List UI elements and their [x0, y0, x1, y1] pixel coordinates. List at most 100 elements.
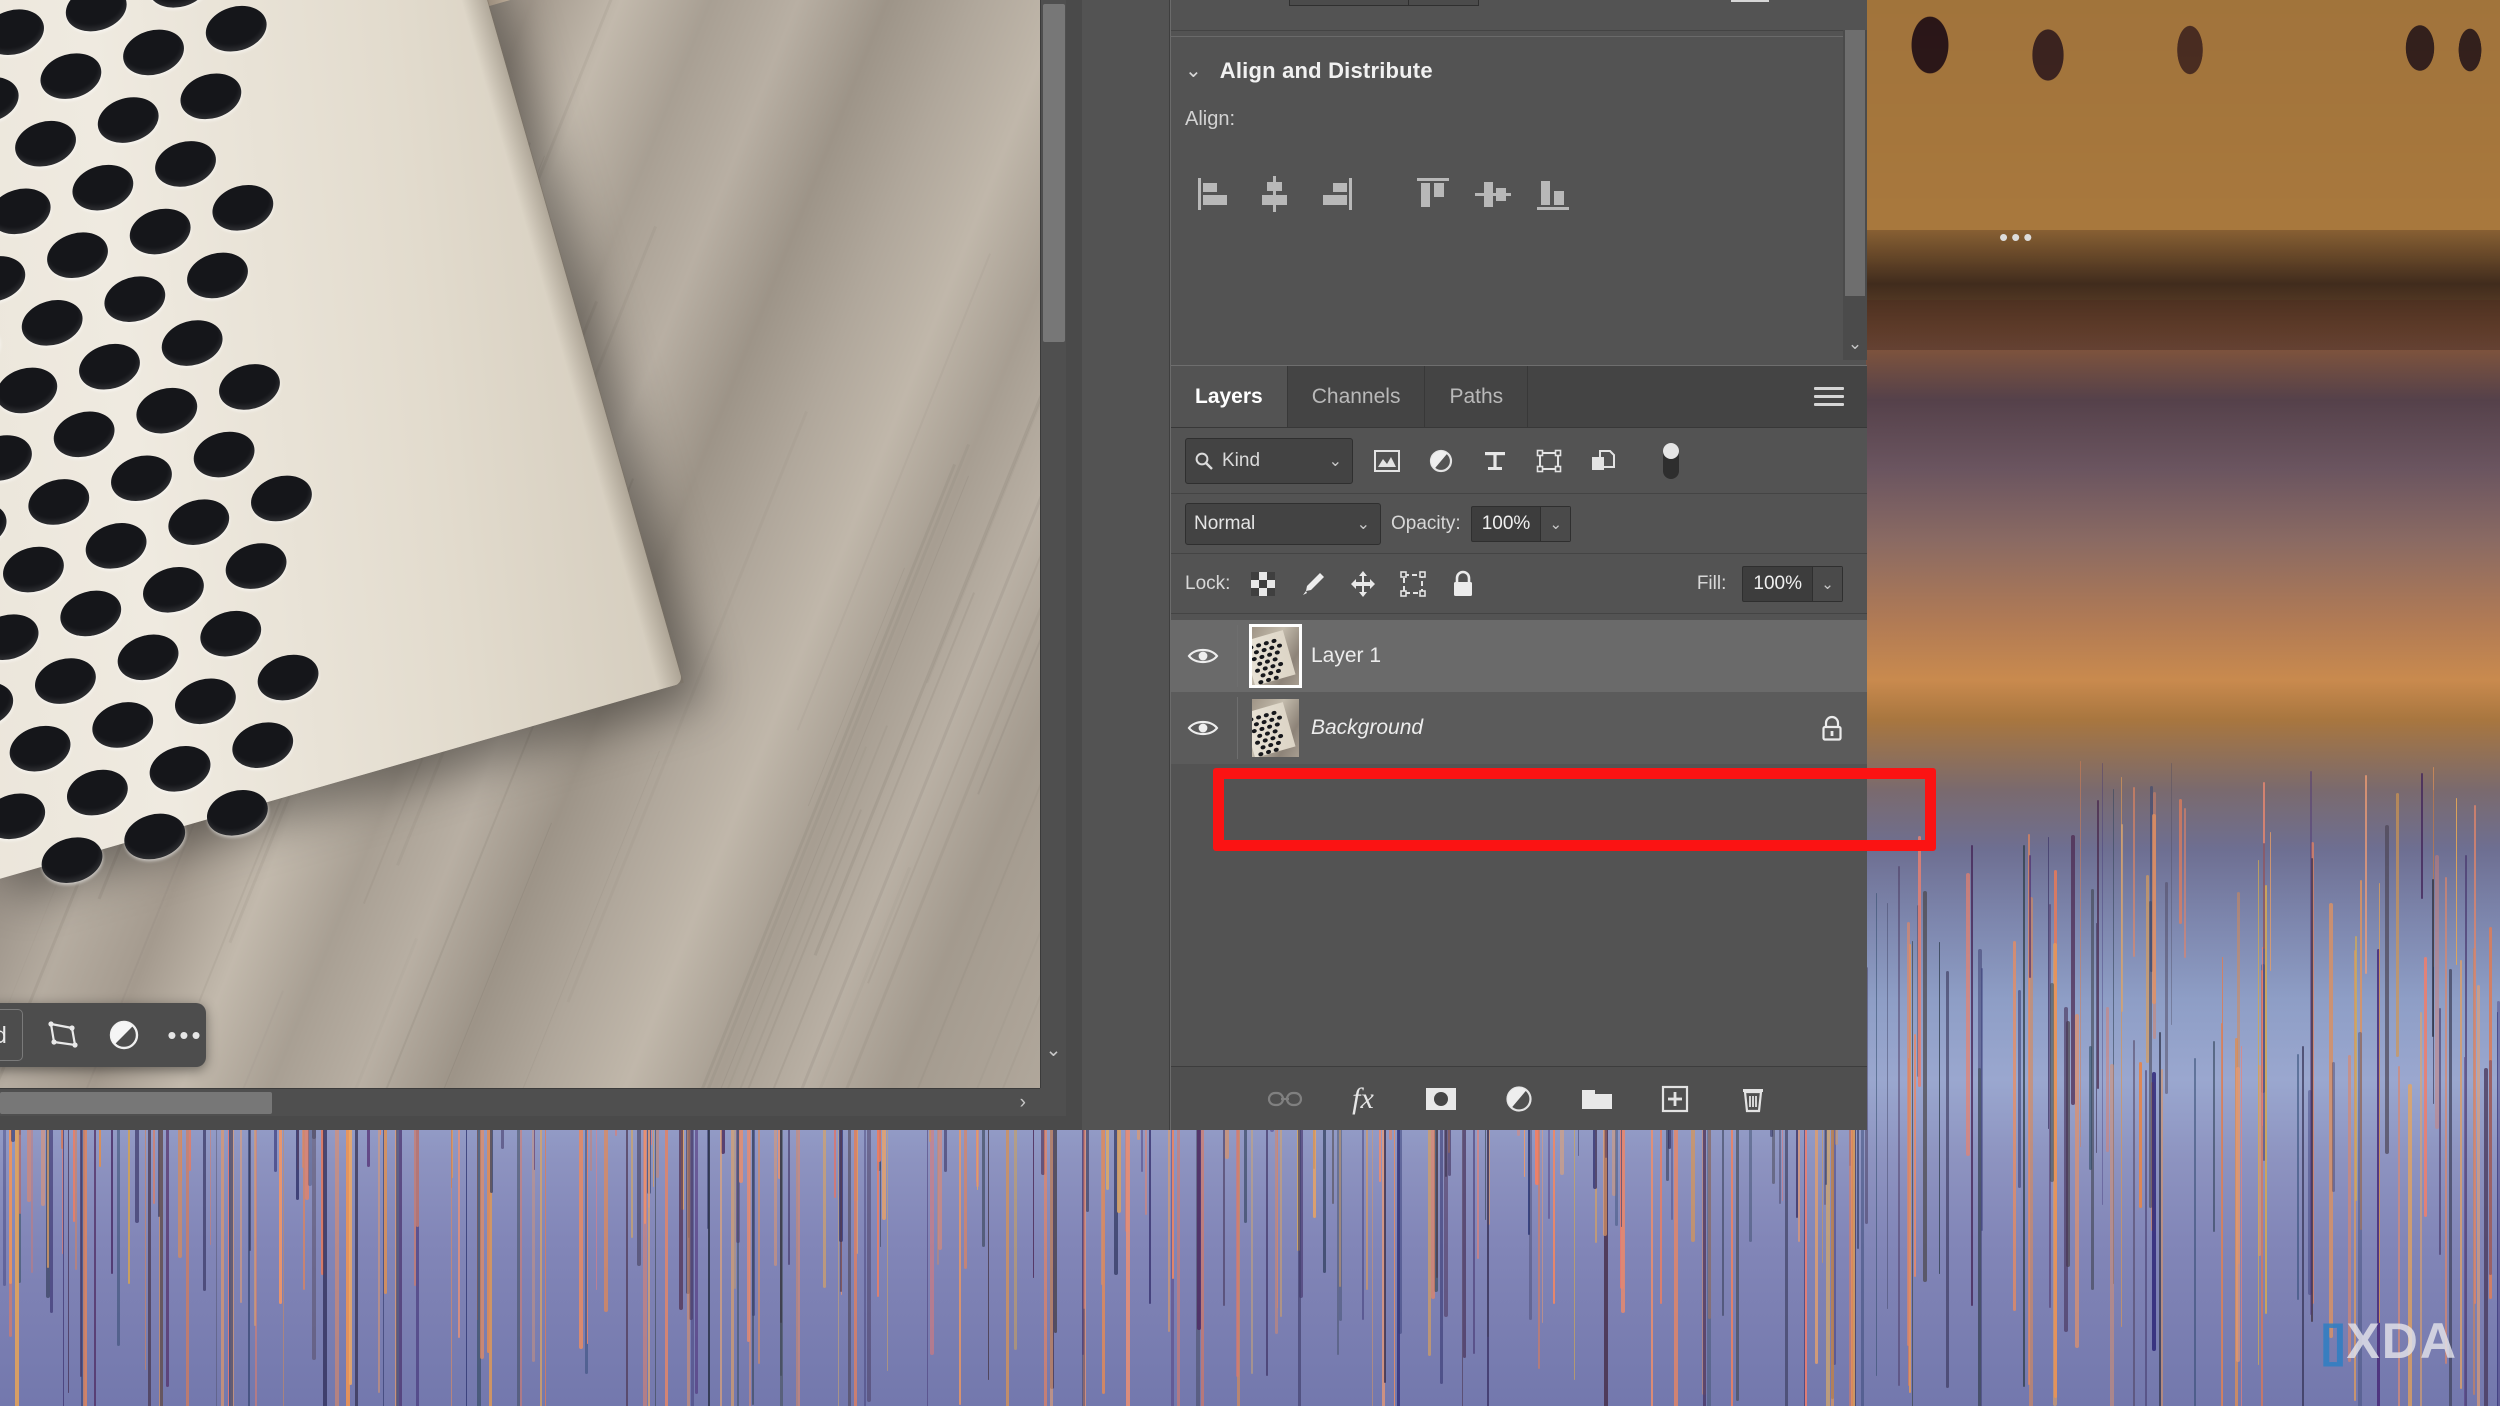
- layer-visibility-toggle-layer-1[interactable]: [1181, 645, 1225, 667]
- tab-paths-label: Paths: [1449, 384, 1504, 408]
- properties-scroll-down-icon[interactable]: ⌄: [1843, 334, 1867, 354]
- align-left-edges-icon[interactable]: [1185, 168, 1245, 220]
- opacity-field[interactable]: 100% ⌄: [1470, 505, 1572, 542]
- tab-paths[interactable]: Paths: [1425, 366, 1529, 427]
- layer-row-background[interactable]: Background: [1171, 692, 1867, 764]
- thumbnail-console-shape: [1252, 630, 1296, 685]
- watermark-text: XDA: [2346, 1313, 2458, 1369]
- layer-thumbnail-wrap-layer-1[interactable]: [1237, 624, 1302, 688]
- align-top-edges-icon[interactable]: [1403, 168, 1463, 220]
- lock-image-pixels-icon[interactable]: [1296, 567, 1330, 601]
- properties-panel-scrollbar[interactable]: ⌄: [1843, 30, 1867, 360]
- panel-menu-button[interactable]: [1809, 366, 1849, 427]
- align-button-row[interactable]: [1185, 168, 1583, 220]
- thumbnail-console-shape: [1252, 702, 1296, 757]
- lock-transparent-pixels-icon[interactable]: [1246, 567, 1280, 601]
- tab-channels[interactable]: Channels: [1287, 366, 1426, 427]
- layer-visibility-toggle-background[interactable]: [1181, 717, 1225, 739]
- panel-column: ⌄ Align and Distribute Align: ••• ⌄ Laye…: [1170, 0, 2032, 1130]
- panel-divider-top: [1171, 30, 1867, 31]
- xda-watermark: [] XDA: [2321, 1316, 2458, 1366]
- align-label: Align:: [1185, 108, 1236, 130]
- align-right-edges-icon[interactable]: [1305, 168, 1365, 220]
- contextual-label-chip[interactable]: d: [0, 1009, 23, 1061]
- new-adjustment-layer-icon[interactable]: [1498, 1078, 1540, 1120]
- image-canvas[interactable]: [0, 0, 1040, 1088]
- blend-mode-row: Normal ⌄ Opacity: 100% ⌄: [1171, 494, 1867, 554]
- filter-shape-layers-icon[interactable]: [1529, 441, 1569, 481]
- chevron-down-icon[interactable]: ⌄: [1357, 514, 1370, 534]
- layer-thumbnail-wrap-background[interactable]: [1237, 697, 1299, 759]
- layer-name-layer-1[interactable]: Layer 1: [1311, 644, 1867, 668]
- adjustment-layer-icon[interactable]: [104, 1013, 145, 1057]
- align-distribute-section-header[interactable]: ⌄ Align and Distribute: [1185, 58, 1433, 84]
- screenshot-root: ⌄ › d: [0, 0, 2500, 1406]
- fill-stepper-icon[interactable]: ⌄: [1812, 566, 1842, 601]
- opacity-stepper-icon[interactable]: ⌄: [1540, 506, 1571, 541]
- layer-filter-row: Kind ⌄: [1171, 428, 1867, 494]
- properties-panel: ⌄ Align and Distribute Align: ••• ⌄: [1171, 0, 2032, 360]
- lock-artboard-nesting-icon[interactable]: [1396, 567, 1430, 601]
- fill-value[interactable]: 100%: [1743, 567, 1812, 601]
- align-bottom-edges-icon[interactable]: [1523, 168, 1583, 220]
- layer-list: Layer 1 Background: [1171, 614, 1867, 764]
- properties-scrollbar-thumb[interactable]: [1845, 30, 1865, 296]
- partial-swatch-icon[interactable]: [1731, 0, 1769, 2]
- contextual-task-bar[interactable]: d •••: [0, 1003, 206, 1067]
- link-layers-icon[interactable]: [1264, 1078, 1306, 1120]
- hamburger-icon: [1814, 382, 1844, 411]
- filter-adjustment-layers-icon[interactable]: [1421, 441, 1461, 481]
- fill-field[interactable]: 100% ⌄: [1742, 565, 1843, 602]
- layer-row-layer-1[interactable]: Layer 1: [1171, 620, 1867, 692]
- filter-enable-toggle[interactable]: [1651, 441, 1691, 481]
- delete-layer-trash-icon[interactable]: [1732, 1078, 1774, 1120]
- panel-divider-top-2: [1171, 36, 1867, 37]
- layer-name-background[interactable]: Background: [1311, 716, 1807, 740]
- lock-label: Lock:: [1185, 572, 1231, 594]
- scroll-right-arrow-icon[interactable]: ›: [1020, 1091, 1026, 1115]
- canvas-horizontal-scrollbar-thumb[interactable]: [0, 1092, 272, 1114]
- partial-numeric-input[interactable]: [1289, 0, 1479, 6]
- opacity-value[interactable]: 100%: [1472, 507, 1541, 541]
- blend-mode-select[interactable]: Normal ⌄: [1185, 502, 1381, 545]
- tab-channels-label: Channels: [1311, 384, 1401, 408]
- chevron-down-icon[interactable]: ⌄: [1329, 451, 1342, 471]
- properties-cut-off-strip: [1171, 0, 1867, 28]
- new-group-folder-icon[interactable]: [1576, 1078, 1618, 1120]
- add-layer-mask-icon[interactable]: [1420, 1078, 1462, 1120]
- layer-filter-kind-label: Kind: [1222, 449, 1261, 471]
- layer-filter-kind-select[interactable]: Kind ⌄: [1185, 437, 1353, 484]
- watermark-bracket-icon: []: [2320, 1315, 2346, 1367]
- tab-layers[interactable]: Layers: [1171, 366, 1288, 427]
- blend-mode-value: Normal: [1194, 512, 1256, 534]
- transform-selection-icon[interactable]: [43, 1013, 84, 1057]
- lock-all-icon[interactable]: [1446, 567, 1480, 601]
- section-title: Align and Distribute: [1219, 58, 1433, 83]
- canvas-vertical-scrollbar[interactable]: ⌄: [1040, 0, 1066, 1088]
- lock-position-icon[interactable]: [1346, 567, 1380, 601]
- layer-thumbnail-background[interactable]: [1252, 699, 1299, 757]
- layer-thumbnail-layer-1[interactable]: [1249, 624, 1302, 688]
- filter-smart-object-layers-icon[interactable]: [1583, 441, 1623, 481]
- panel-dock-gutter: [1082, 0, 1170, 1130]
- layer-style-fx-icon[interactable]: fx: [1342, 1078, 1384, 1120]
- filter-pixel-layers-icon[interactable]: [1367, 441, 1407, 481]
- align-vertical-centers-icon[interactable]: [1463, 168, 1523, 220]
- canvas-horizontal-scrollbar[interactable]: ›: [0, 1088, 1040, 1116]
- align-more-options-icon[interactable]: •••: [1999, 222, 2035, 253]
- new-layer-icon[interactable]: [1654, 1078, 1696, 1120]
- layer-locked-icon[interactable]: [1819, 714, 1845, 742]
- scroll-down-arrow-icon[interactable]: ⌄: [1041, 1039, 1066, 1062]
- align-horizontal-centers-icon[interactable]: [1245, 168, 1305, 220]
- search-icon: [1195, 452, 1213, 470]
- chevron-down-icon[interactable]: ⌄: [1185, 61, 1202, 81]
- right-panel-dock: ⌄ Align and Distribute Align: ••• ⌄ Laye…: [1082, 0, 2032, 1130]
- layers-panel: Layers Channels Paths Kind ⌄ Normal ⌄ Op…: [1171, 365, 1867, 1130]
- filter-type-layers-icon[interactable]: [1475, 441, 1515, 481]
- tab-layers-label: Layers: [1195, 384, 1263, 408]
- document-window: ⌄ › d: [0, 0, 1082, 1130]
- layers-panel-footer: fx: [1171, 1066, 1867, 1130]
- contextual-more-options-icon[interactable]: •••: [165, 1013, 206, 1057]
- canvas-vertical-scrollbar-thumb[interactable]: [1043, 4, 1065, 342]
- fill-label: Fill:: [1696, 572, 1727, 594]
